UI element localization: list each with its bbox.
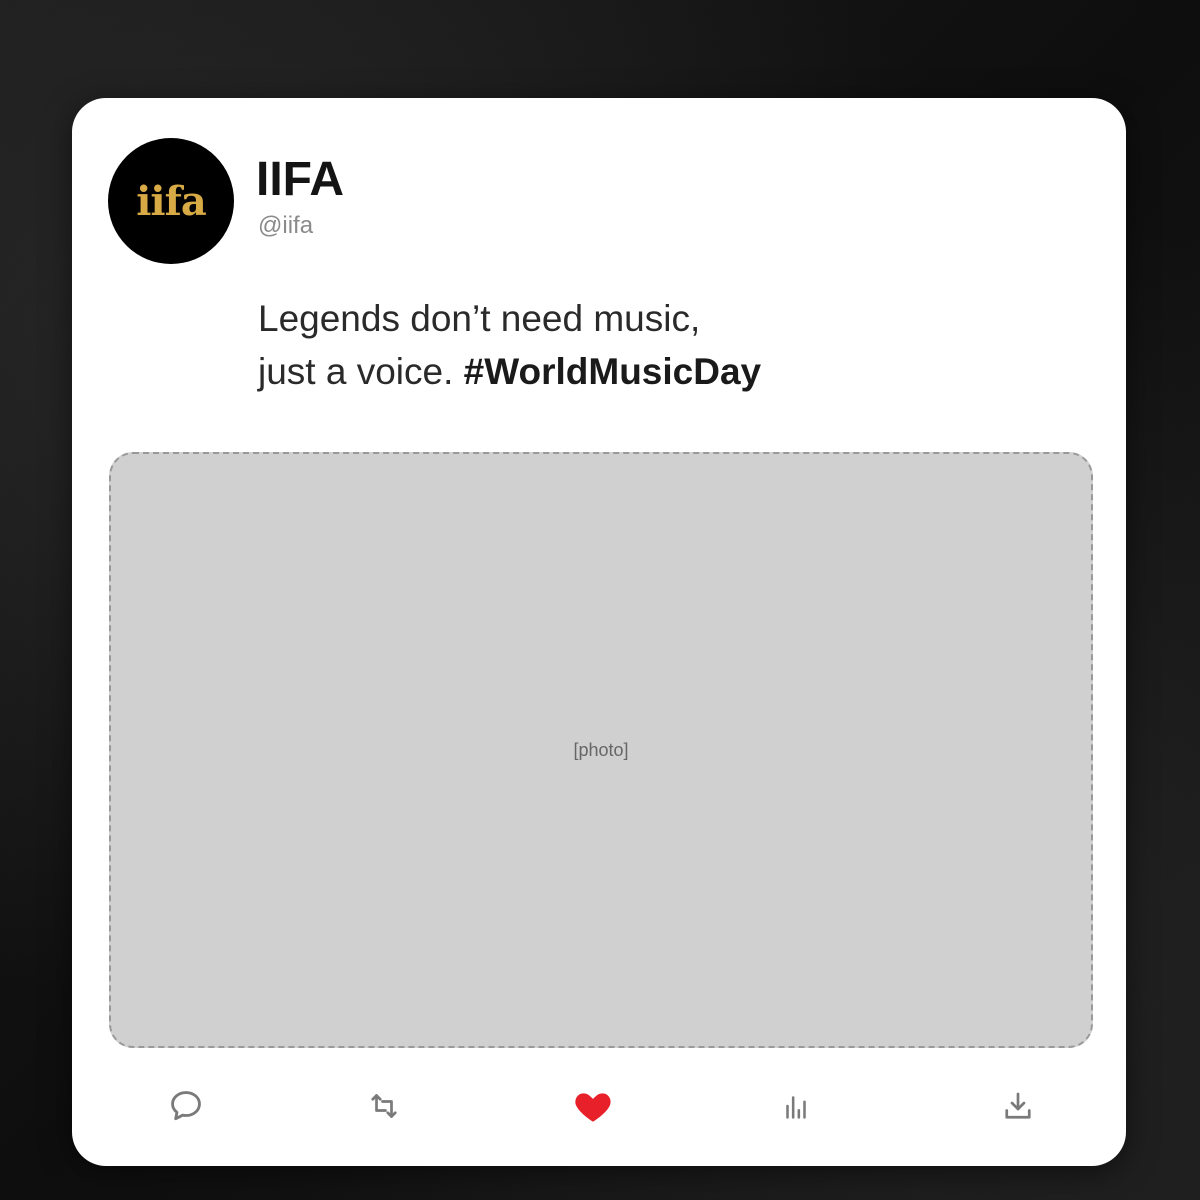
reply-button[interactable] bbox=[164, 1084, 208, 1128]
iifa-logo: iifa bbox=[136, 177, 207, 225]
post-media[interactable]: [photo] bbox=[109, 452, 1093, 1048]
post-card: iifa IIFA @iifa Legends don’t need music… bbox=[72, 98, 1126, 1166]
hashtag-link[interactable]: #WorldMusicDay bbox=[464, 351, 761, 392]
post-text-line-1: Legends don’t need music, bbox=[258, 298, 701, 339]
repost-button[interactable] bbox=[362, 1084, 406, 1128]
action-bar bbox=[72, 1084, 1126, 1134]
handle[interactable]: @iifa bbox=[258, 214, 313, 238]
heart-icon bbox=[575, 1093, 611, 1122]
analytics-icon bbox=[786, 1096, 806, 1119]
share-button[interactable] bbox=[996, 1084, 1040, 1128]
display-name[interactable]: IIFA bbox=[256, 156, 344, 204]
media-placeholder: [photo] bbox=[109, 452, 1093, 1048]
like-button[interactable] bbox=[571, 1084, 615, 1128]
download-icon bbox=[1005, 1092, 1031, 1119]
comment-icon bbox=[171, 1091, 201, 1121]
post-text-line-2: just a voice. #WorldMusicDay bbox=[258, 345, 1058, 398]
avatar[interactable]: iifa bbox=[108, 138, 234, 264]
repost-icon bbox=[371, 1094, 397, 1118]
views-button[interactable] bbox=[774, 1084, 818, 1128]
post-text-line-2-prefix: just a voice. bbox=[258, 351, 464, 392]
post-text: Legends don’t need music, just a voice. … bbox=[258, 292, 1058, 398]
